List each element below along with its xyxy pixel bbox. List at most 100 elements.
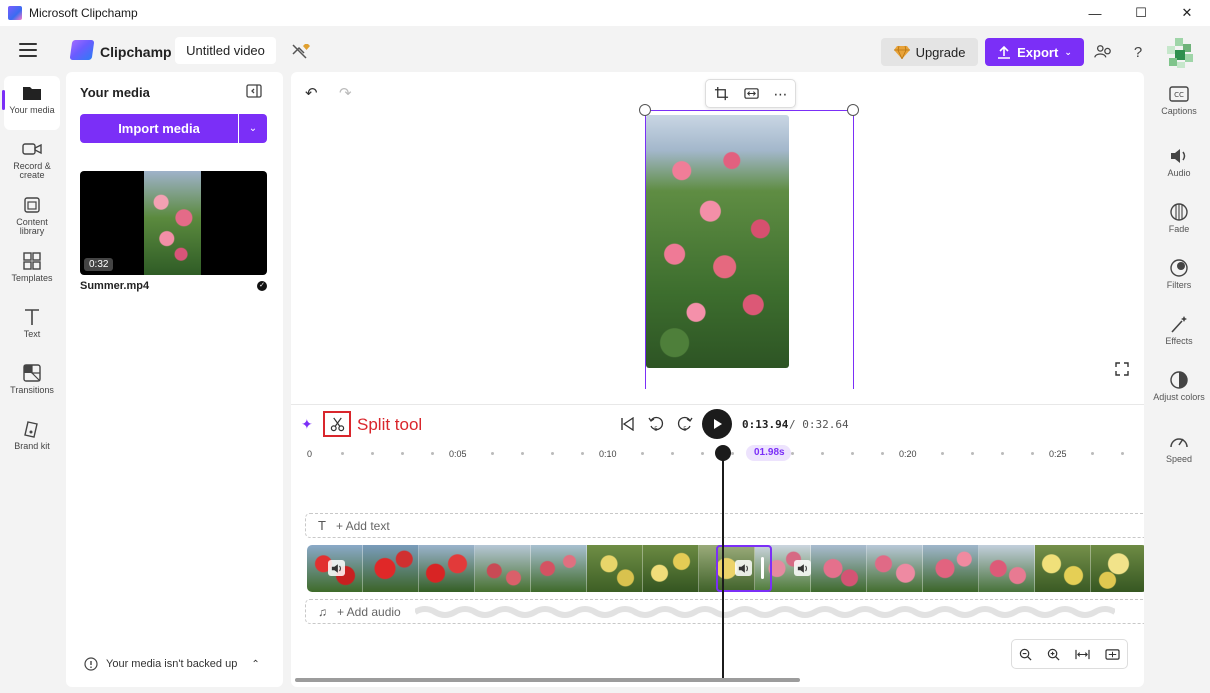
panel-label: Filters	[1166, 280, 1192, 290]
nav-record-create[interactable]: Record & create	[4, 132, 60, 186]
timeline-layout-icon[interactable]	[1105, 648, 1120, 661]
maximize-button[interactable]: ☐	[1118, 0, 1164, 26]
video-frame	[923, 545, 979, 592]
zoom-in-icon[interactable]	[1047, 648, 1060, 661]
video-frame	[979, 545, 1035, 592]
svg-text:CC: CC	[1174, 91, 1184, 99]
panel-label: Audio	[1167, 168, 1191, 178]
forward-5-icon[interactable]: 5	[675, 413, 695, 435]
panel-filters[interactable]: Filters	[1152, 250, 1206, 300]
avatar[interactable]	[1163, 36, 1197, 70]
export-label: Export	[1017, 44, 1059, 60]
minimize-button[interactable]: —	[1072, 0, 1118, 26]
ruler-tick	[971, 452, 974, 455]
music-note-icon: ♫	[318, 604, 327, 619]
add-text-track[interactable]: T + Add text	[305, 513, 1144, 538]
media-duration: 0:32	[84, 258, 114, 271]
right-properties-panel: CC Captions Audio Fade Filters Effects A…	[1148, 72, 1210, 693]
ruler-tick	[431, 452, 434, 455]
undo-icon[interactable]: ↶	[305, 84, 318, 102]
video-preview[interactable]	[646, 115, 789, 368]
nav-label: Record & create	[13, 161, 51, 180]
playhead-line[interactable]	[722, 453, 724, 678]
split-tool-button[interactable]	[323, 411, 351, 437]
play-button[interactable]	[702, 409, 732, 439]
nav-brand-kit[interactable]: Brand kit	[4, 412, 60, 466]
panel-label: Fade	[1168, 224, 1190, 234]
ruler-tick	[701, 452, 704, 455]
checkmark-icon: ✓	[257, 281, 267, 291]
fullscreen-icon[interactable]	[1115, 362, 1129, 376]
backup-notice[interactable]: Your media isn't backed up ⌃	[84, 657, 260, 671]
panel-fade[interactable]: Fade	[1152, 194, 1206, 244]
panel-speed[interactable]: Speed	[1152, 424, 1206, 474]
speaker-icon	[1171, 149, 1186, 163]
ruler-tick	[1091, 452, 1094, 455]
media-file-name: Summer.mp4	[80, 280, 150, 292]
diamond-icon	[893, 45, 910, 59]
resize-handle-top-right[interactable]	[847, 104, 859, 116]
close-button[interactable]: ✕	[1164, 0, 1210, 26]
zoom-out-icon[interactable]	[1019, 648, 1032, 661]
fit-icon[interactable]	[743, 86, 759, 101]
ruler-tick	[851, 452, 854, 455]
folder-icon	[23, 87, 41, 100]
panel-audio[interactable]: Audio	[1152, 138, 1206, 188]
media-thumbnail[interactable]: 0:32	[80, 171, 267, 275]
ruler-tick	[641, 452, 644, 455]
more-options-icon[interactable]: ⋯	[774, 87, 788, 101]
nav-templates[interactable]: Templates	[4, 244, 60, 298]
effects-icon	[1171, 316, 1187, 333]
sparkle-icon[interactable]: ✦	[301, 416, 313, 433]
backup-notice-text: Your media isn't backed up	[106, 658, 238, 670]
ruler-label: 0	[307, 449, 313, 459]
app-header: Clipchamp Untitled video Upgrade Export …	[0, 26, 1210, 72]
nav-content-library[interactable]: Content library	[4, 188, 60, 242]
nav-transitions[interactable]: Transitions	[4, 356, 60, 410]
library-icon	[24, 197, 40, 213]
collapse-panel-icon[interactable]	[246, 84, 262, 98]
help-icon[interactable]: ?	[1128, 42, 1148, 62]
export-button[interactable]: Export ⌄	[985, 38, 1084, 66]
window-controls: — ☐ ✕	[1072, 0, 1210, 26]
import-options-chevron-icon[interactable]: ⌄	[239, 114, 267, 143]
ruler-tick	[731, 452, 734, 455]
fit-timeline-icon[interactable]	[1075, 648, 1090, 661]
crop-icon[interactable]	[714, 86, 729, 101]
premium-feature-icon[interactable]	[291, 42, 311, 60]
import-media-button[interactable]: Import media	[80, 114, 238, 143]
video-frame	[475, 545, 531, 592]
panel-captions[interactable]: CC Captions	[1152, 76, 1206, 126]
chevron-up-icon[interactable]: ⌃	[251, 659, 259, 670]
speaker-icon[interactable]	[794, 560, 811, 576]
menu-icon[interactable]	[19, 43, 37, 57]
brand-name: Clipchamp	[100, 44, 172, 60]
redo-icon[interactable]: ↷	[339, 84, 352, 102]
skip-to-start-icon[interactable]	[617, 413, 637, 435]
nav-text[interactable]: Text	[4, 300, 60, 354]
add-audio-track[interactable]: ♫ + Add audio	[305, 599, 1144, 624]
filters-icon	[1170, 259, 1188, 277]
playhead-handle[interactable]	[715, 445, 731, 461]
share-people-icon[interactable]	[1093, 42, 1113, 62]
upgrade-button[interactable]: Upgrade	[881, 38, 978, 66]
panel-label: Effects	[1165, 336, 1193, 346]
text-icon: T	[318, 518, 326, 533]
video-title-input[interactable]: Untitled video	[175, 37, 276, 64]
speed-icon	[1170, 438, 1188, 448]
panel-effects[interactable]: Effects	[1152, 306, 1206, 356]
ruler-tick	[1001, 452, 1004, 455]
nav-your-media[interactable]: Your media	[2, 76, 60, 130]
templates-icon	[23, 252, 41, 270]
clip-trim-handle[interactable]	[761, 557, 764, 579]
captions-icon: CC	[1169, 86, 1189, 102]
add-audio-label: + Add audio	[337, 604, 401, 619]
horizontal-scrollbar[interactable]	[295, 678, 800, 682]
rewind-5-icon[interactable]: 5	[646, 413, 666, 435]
ruler-label: 0:25	[1049, 449, 1067, 459]
panel-adjust-colors[interactable]: Adjust colors	[1152, 362, 1206, 412]
speaker-icon[interactable]	[328, 560, 345, 576]
speaker-icon[interactable]	[735, 560, 752, 576]
ruler-tick	[491, 452, 494, 455]
video-frame	[1091, 545, 1144, 592]
